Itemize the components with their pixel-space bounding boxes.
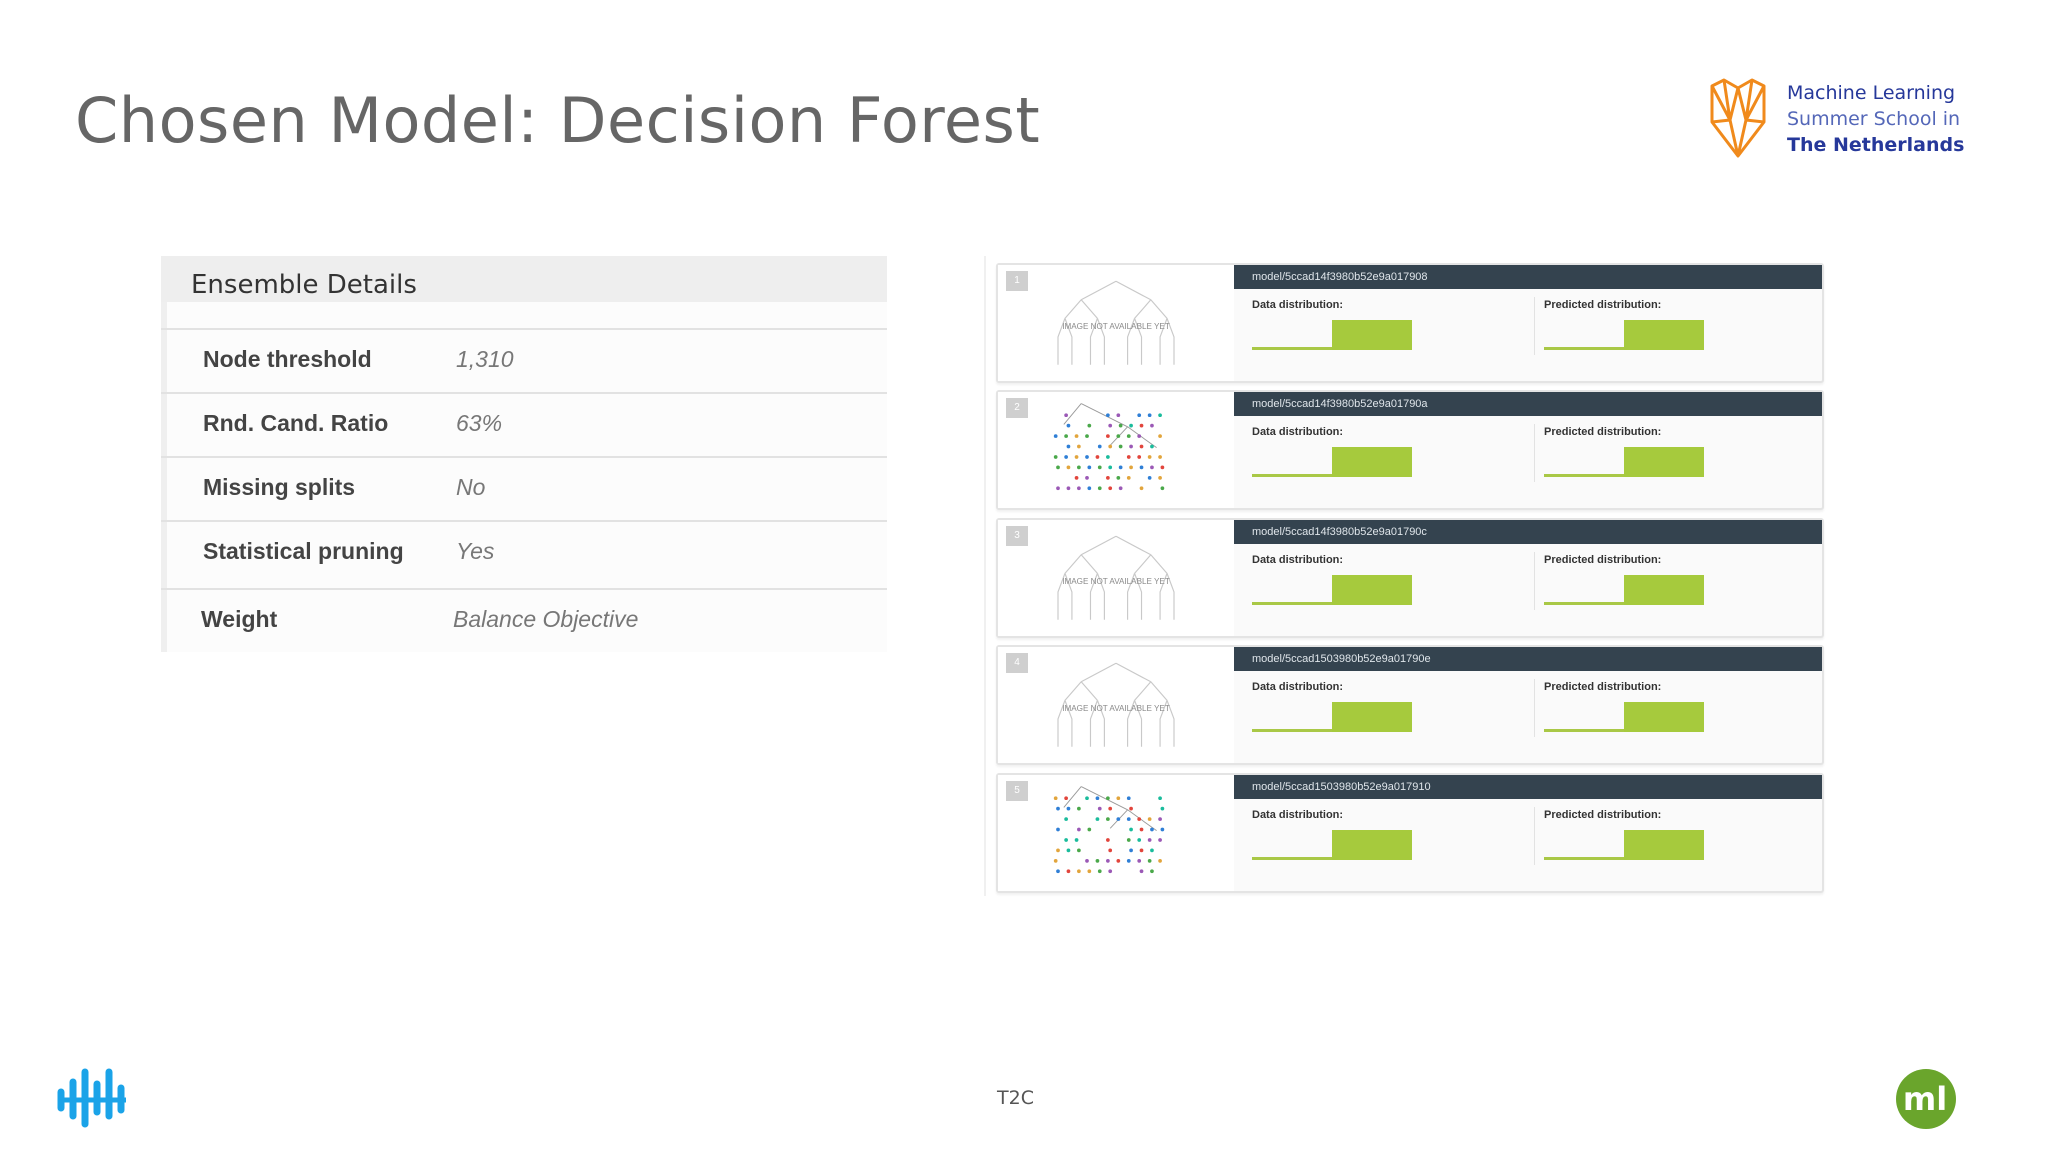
model-id-header[interactable]: model/5ccad14f3980b52e9a017908 <box>1234 265 1822 289</box>
ml-logo-icon: ml <box>1896 1069 1956 1129</box>
footer-label: T2C <box>997 1087 1034 1109</box>
model-id-header[interactable]: model/5ccad1503980b52e9a017910 <box>1234 775 1822 799</box>
data-distribution-bar-major <box>1332 702 1412 732</box>
predicted-distribution-bar-major <box>1624 830 1704 860</box>
model-card[interactable]: 5 model/5ccad1503980b52e9a017910 Data dist… <box>996 773 1824 893</box>
divider <box>1534 679 1535 737</box>
data-distribution-bar-minor <box>1252 474 1332 477</box>
data-distribution-label: Data distribution: <box>1252 299 1344 311</box>
ensemble-value: 1,310 <box>456 346 514 372</box>
predicted-distribution-label: Predicted distribution: <box>1544 681 1662 693</box>
ensemble-key: Statistical pruning <box>203 538 404 564</box>
tree-diagram-icon: IMAGE NOT AVAILABLE YET <box>1057 535 1175 620</box>
data-distribution-bar-major <box>1332 447 1412 477</box>
ensemble-value: 63% <box>456 410 503 436</box>
ensemble-details-panel: Ensemble Details Node threshold 1,310 Rn… <box>161 256 887 652</box>
svg-text:ml: ml <box>1903 1080 1947 1118</box>
predicted-distribution-bar-major <box>1624 320 1704 350</box>
model-card[interactable]: 2 model/5ccad14f3980b52e9a01790a Data dist… <box>996 390 1824 510</box>
ensemble-key: Rnd. Cand. Ratio <box>203 410 389 436</box>
ensemble-row: Weight Balance Objective <box>161 588 887 652</box>
model-card[interactable]: IMAGE NOT AVAILABLE YET 1 model/5ccad14f39… <box>996 263 1824 383</box>
data-distribution-bar-minor <box>1252 602 1332 605</box>
ensemble-value: No <box>456 474 486 500</box>
tree-thumbnail <box>998 775 1234 891</box>
predicted-distribution-bar-minor <box>1544 474 1624 477</box>
divider <box>1534 424 1535 482</box>
predicted-distribution-bar-minor <box>1544 729 1624 732</box>
placeholder-text: IMAGE NOT AVAILABLE YET <box>1062 322 1170 331</box>
tree-diagram-icon <box>1053 786 1165 874</box>
ensemble-key: Weight <box>201 606 278 632</box>
model-number-badge: 2 <box>1006 398 1028 418</box>
tree-diagram-icon <box>1053 403 1165 491</box>
predicted-distribution-bar-minor <box>1544 857 1624 860</box>
model-card[interactable]: IMAGE NOT AVAILABLE YET 4 model/5ccad15039… <box>996 645 1824 765</box>
data-distribution-bar-major <box>1332 830 1412 860</box>
predicted-distribution-bar-minor <box>1544 602 1624 605</box>
tree-diagram-icon: IMAGE NOT AVAILABLE YET <box>1057 662 1175 747</box>
tree-thumbnail: IMAGE NOT AVAILABLE YET <box>998 647 1234 763</box>
data-distribution-label: Data distribution: <box>1252 681 1344 693</box>
model-id-header[interactable]: model/5ccad1503980b52e9a01790e <box>1234 647 1822 671</box>
ensemble-row: Statistical pruning Yes <box>161 520 887 584</box>
model-number-badge: 4 <box>1006 653 1028 673</box>
predicted-distribution-bar-major <box>1624 447 1704 477</box>
divider <box>1534 807 1535 865</box>
logo-line-2: Summer School in <box>1787 108 1961 130</box>
data-distribution-label: Data distribution: <box>1252 426 1344 438</box>
data-distribution-bar-major <box>1332 320 1412 350</box>
data-distribution-label: Data distribution: <box>1252 554 1344 566</box>
ensemble-row: Node threshold 1,310 <box>161 328 887 392</box>
data-distribution-label: Data distribution: <box>1252 809 1344 821</box>
tree-thumbnail: IMAGE NOT AVAILABLE YET <box>998 520 1234 636</box>
placeholder-text: IMAGE NOT AVAILABLE YET <box>1062 704 1170 713</box>
data-distribution-bar-major <box>1332 575 1412 605</box>
model-number-badge: 5 <box>1006 781 1028 801</box>
data-distribution-bar-minor <box>1252 857 1332 860</box>
waves-logo-icon <box>57 1068 126 1128</box>
ensemble-details-header: Ensemble Details <box>161 256 887 302</box>
predicted-distribution-label: Predicted distribution: <box>1544 809 1662 821</box>
data-distribution-bar-minor <box>1252 729 1332 732</box>
predicted-distribution-bar-minor <box>1544 347 1624 350</box>
model-list: IMAGE NOT AVAILABLE YET 1 model/5ccad14f39… <box>984 256 1828 896</box>
ensemble-key: Missing splits <box>203 474 356 500</box>
predicted-distribution-label: Predicted distribution: <box>1544 426 1662 438</box>
mlss-logo-text: Machine Learning Summer School in The Ne… <box>1787 80 1964 158</box>
tree-thumbnail: IMAGE NOT AVAILABLE YET <box>998 265 1234 381</box>
ensemble-row: Missing splits No <box>161 456 887 520</box>
ensemble-row: Rnd. Cand. Ratio 63% <box>161 392 887 456</box>
divider <box>1534 297 1535 355</box>
model-id-header[interactable]: model/5ccad14f3980b52e9a01790c <box>1234 520 1822 544</box>
model-number-badge: 3 <box>1006 526 1028 546</box>
model-number-badge: 1 <box>1006 271 1028 291</box>
predicted-distribution-label: Predicted distribution: <box>1544 554 1662 566</box>
predicted-distribution-bar-major <box>1624 702 1704 732</box>
predicted-distribution-bar-major <box>1624 575 1704 605</box>
divider <box>1534 552 1535 610</box>
ensemble-value: Yes <box>456 538 495 564</box>
placeholder-text: IMAGE NOT AVAILABLE YET <box>1062 577 1170 586</box>
slide-title: Chosen Model: Decision Forest <box>75 84 1041 157</box>
data-distribution-bar-minor <box>1252 347 1332 350</box>
ensemble-key: Node threshold <box>203 346 372 372</box>
model-card[interactable]: IMAGE NOT AVAILABLE YET 3 model/5ccad14f39… <box>996 518 1824 638</box>
ensemble-value: Balance Objective <box>453 606 639 632</box>
logo-line-3: The Netherlands <box>1787 134 1965 156</box>
logo-line-1: Machine Learning <box>1787 82 1956 104</box>
model-id-header[interactable]: model/5ccad14f3980b52e9a01790a <box>1234 392 1822 416</box>
predicted-distribution-label: Predicted distribution: <box>1544 299 1662 311</box>
tree-diagram-icon: IMAGE NOT AVAILABLE YET <box>1057 280 1175 365</box>
tree-thumbnail <box>998 392 1234 508</box>
